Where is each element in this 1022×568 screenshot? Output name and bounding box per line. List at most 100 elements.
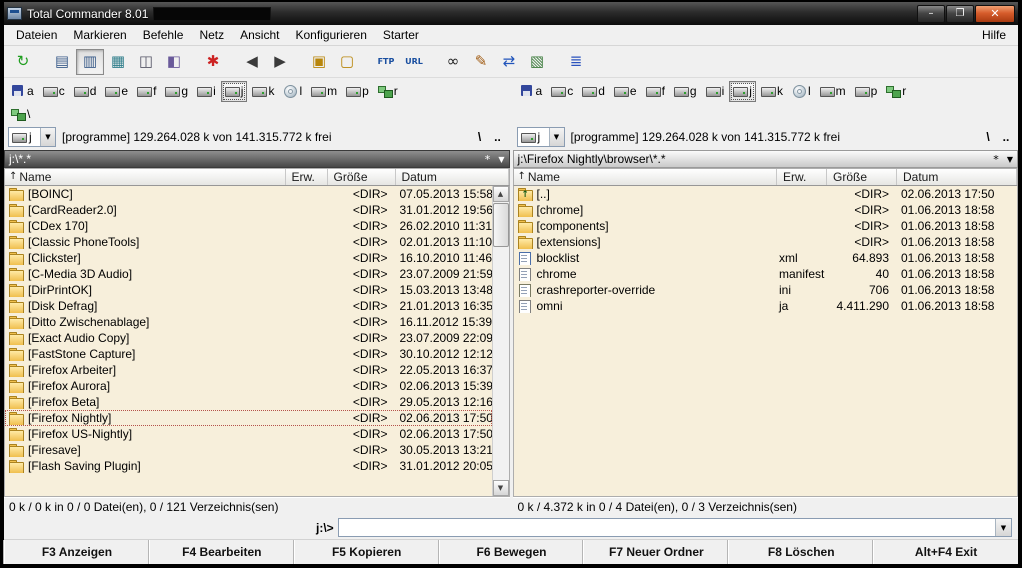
[extensions][interactable]: [extensions] <DIR> 01.06.2013 18:58: [514, 234, 1018, 250]
thumbnails-view-button[interactable]: ▦: [104, 49, 132, 75]
menu-hilfe[interactable]: Hilfe: [974, 26, 1014, 44]
pack-button[interactable]: ▣: [305, 49, 333, 75]
menu-markieren[interactable]: Markieren: [65, 26, 134, 44]
drive-j-button[interactable]: j: [221, 81, 248, 102]
column-header[interactable]: Erw.: [777, 169, 827, 185]
f3-view-button[interactable]: F3 Anzeigen: [4, 540, 149, 564]
brief-view-button[interactable]: ▤: [48, 49, 76, 75]
[CDex 170][interactable]: [CDex 170] <DIR> 26.02.2010 11:31: [5, 218, 492, 234]
unpack-button[interactable]: ▢: [333, 49, 361, 75]
drive-r-button[interactable]: r: [882, 81, 910, 102]
right-parent-dir-button[interactable]: ..: [998, 128, 1014, 146]
quick-view-button[interactable]: ◫: [132, 49, 160, 75]
column-header[interactable]: Erw.: [286, 169, 328, 185]
maximize-button[interactable]: ❐: [946, 5, 974, 23]
scroll-track[interactable]: [493, 202, 509, 480]
drive-c-button[interactable]: c: [547, 81, 577, 102]
ftp-connect-button[interactable]: FTP: [372, 49, 400, 75]
blocklist[interactable]: blocklist xml 64.893 01.06.2013 18:58: [514, 250, 1018, 266]
right-root-dir-button[interactable]: \: [980, 128, 996, 146]
[Firefox Nightly][interactable]: [Firefox Nightly] <DIR> 02.06.2013 17:50: [5, 410, 492, 426]
[Disk Defrag][interactable]: [Disk Defrag] <DIR> 21.01.2013 16:35: [5, 298, 492, 314]
f6-move-button[interactable]: F6 Bewegen: [439, 540, 584, 564]
notepad-button[interactable]: ≣: [562, 49, 590, 75]
scroll-up-button[interactable]: ▲: [493, 186, 509, 202]
f4-edit-button[interactable]: F4 Bearbeiten: [149, 540, 294, 564]
favorites-button[interactable]: ✱: [199, 49, 227, 75]
f7-new-folder-button[interactable]: F7 Neuer Ordner: [583, 540, 728, 564]
column-header[interactable]: Größe: [328, 169, 396, 185]
drive-j-button[interactable]: j: [729, 81, 756, 102]
back-button[interactable]: ◀: [238, 49, 266, 75]
command-input[interactable]: [339, 519, 995, 536]
full-view-button[interactable]: ▥: [76, 49, 104, 75]
[Ditto Zwischenablage][interactable]: [Ditto Zwischenablage] <DIR> 16.11.2012 …: [5, 314, 492, 330]
left-scrollbar[interactable]: ▲ ▼: [492, 186, 509, 496]
drive-g-button[interactable]: g: [670, 81, 701, 102]
menu-ansicht[interactable]: Ansicht: [232, 26, 287, 44]
f8-delete-button[interactable]: F8 Löschen: [728, 540, 873, 564]
drive-d-button[interactable]: d: [578, 81, 609, 102]
omni[interactable]: omni ja 4.411.290 01.06.2013 18:58: [514, 298, 1018, 314]
scroll-down-button[interactable]: ▼: [493, 480, 509, 496]
drive-k-button[interactable]: k: [757, 81, 787, 102]
column-header[interactable]: Datum: [396, 169, 509, 185]
[Clickster][interactable]: [Clickster] <DIR> 16.10.2010 11:46: [5, 250, 492, 266]
left-root-dir-button[interactable]: \: [472, 128, 488, 146]
refresh-button[interactable]: ↻: [9, 49, 37, 75]
drive-e-button[interactable]: e: [101, 81, 132, 102]
[Firesave][interactable]: [Firesave] <DIR> 30.05.2013 13:21: [5, 442, 492, 458]
multi-rename-button[interactable]: ✎: [467, 49, 495, 75]
drive-i-button[interactable]: i: [193, 81, 220, 102]
drive-d-button[interactable]: d: [70, 81, 101, 102]
[components][interactable]: [components] <DIR> 01.06.2013 18:58: [514, 218, 1018, 234]
drive-m-button[interactable]: m: [816, 81, 850, 102]
[DirPrintOK][interactable]: [DirPrintOK] <DIR> 15.03.2013 13:48: [5, 282, 492, 298]
left-history-dropdown-button[interactable]: ▼: [495, 151, 509, 167]
menu-dateien[interactable]: Dateien: [8, 26, 65, 44]
left-parent-dir-button[interactable]: ..: [490, 128, 506, 146]
drive-a-button[interactable]: a: [7, 81, 38, 102]
[chrome][interactable]: [chrome] <DIR> 01.06.2013 18:58: [514, 202, 1018, 218]
drive-r-button[interactable]: r: [374, 81, 402, 102]
[CardReader2.0][interactable]: [CardReader2.0] <DIR> 31.01.2012 19:56: [5, 202, 492, 218]
menu-netz[interactable]: Netz: [191, 26, 232, 44]
column-header[interactable]: Größe: [827, 169, 897, 185]
scroll-thumb[interactable]: [493, 203, 509, 247]
command-history-dropdown-icon[interactable]: ▼: [995, 519, 1011, 536]
drive-l-button[interactable]: l: [279, 81, 306, 102]
f5-copy-button[interactable]: F5 Kopieren: [294, 540, 439, 564]
drive-f-button[interactable]: f: [133, 81, 160, 102]
right-history-dropdown-button[interactable]: ▼: [1003, 151, 1017, 167]
column-header[interactable]: Datum: [897, 169, 1017, 185]
drive-l-button[interactable]: l: [788, 81, 815, 102]
[Firefox US-Nightly][interactable]: [Firefox US-Nightly] <DIR> 02.06.2013 17…: [5, 426, 492, 442]
sync-dirs-button[interactable]: ▧: [523, 49, 551, 75]
drive-network-button[interactable]: \: [7, 104, 34, 125]
[BOINC][interactable]: [BOINC] <DIR> 07.05.2013 15:58: [5, 186, 492, 202]
[Firefox Aurora][interactable]: [Firefox Aurora] <DIR> 02.06.2013 15:39: [5, 378, 492, 394]
close-button[interactable]: ✕: [975, 5, 1015, 23]
minimize-button[interactable]: –: [917, 5, 945, 23]
drive-p-button[interactable]: p: [342, 81, 373, 102]
drive-c-button[interactable]: c: [39, 81, 69, 102]
compare-dirs-button[interactable]: ⇄: [495, 49, 523, 75]
[Flash Saving Plugin][interactable]: [Flash Saving Plugin] <DIR> 31.01.2012 2…: [5, 458, 492, 474]
menu-starter[interactable]: Starter: [375, 26, 427, 44]
menu-konfigurieren[interactable]: Konfigurieren: [287, 26, 374, 44]
tree-view-button[interactable]: ◧: [160, 49, 188, 75]
[Exact Audio Copy][interactable]: [Exact Audio Copy] <DIR> 23.07.2009 22:0…: [5, 330, 492, 346]
[Classic PhoneTools][interactable]: [Classic PhoneTools] <DIR> 02.01.2013 11…: [5, 234, 492, 250]
forward-button[interactable]: ▶: [266, 49, 294, 75]
left-favorites-star-button[interactable]: *: [481, 151, 495, 167]
left-drive-combo[interactable]: j ▼: [8, 127, 56, 147]
right-favorites-star-button[interactable]: *: [989, 151, 1003, 167]
column-header[interactable]: ↑ Name: [5, 169, 286, 185]
drive-f-button[interactable]: f: [642, 81, 669, 102]
search-files-button[interactable]: ∞: [439, 49, 467, 75]
drive-p-button[interactable]: p: [851, 81, 882, 102]
right-drive-combo[interactable]: j ▼: [517, 127, 565, 147]
alt-f4-exit-button[interactable]: Alt+F4 Exit: [873, 540, 1018, 564]
column-header[interactable]: ↑ Name: [514, 169, 778, 185]
chrome[interactable]: chrome manifest 40 01.06.2013 18:58: [514, 266, 1018, 282]
